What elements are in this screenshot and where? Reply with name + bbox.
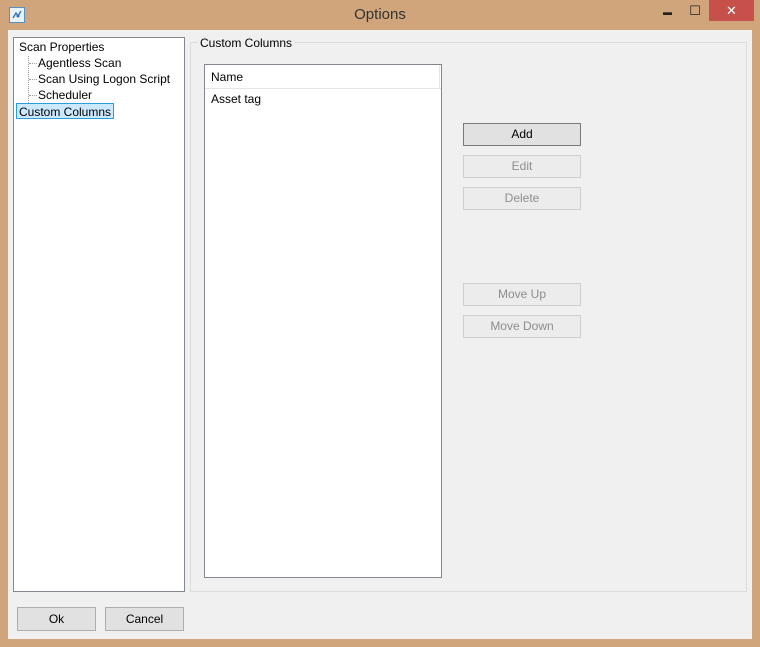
list-item[interactable]: Asset tag [205, 90, 441, 108]
dialog-client-area: Scan Properties Agentless Scan Scan Usin… [8, 30, 752, 639]
move-up-button[interactable]: Move Up [463, 283, 581, 306]
minimize-icon: ▬ [663, 7, 672, 17]
column-header-name[interactable]: Name [205, 65, 441, 89]
tree-connector [29, 79, 37, 80]
tree-item-custom-columns[interactable]: Custom Columns [16, 103, 115, 119]
column-header-divider [439, 65, 440, 89]
tree-item-scheduler[interactable]: Scheduler [38, 87, 92, 103]
maximize-button[interactable]: ☐ [682, 0, 708, 21]
close-button[interactable]: ✕ [709, 0, 754, 21]
title-bar[interactable]: Options ▬ ☐ ✕ [0, 0, 760, 30]
window-title: Options [354, 6, 406, 23]
tree-connector [29, 95, 37, 96]
tree-item-scan-properties[interactable]: Scan Properties [19, 39, 104, 55]
tree-item-agentless-scan[interactable]: Agentless Scan [38, 55, 121, 71]
group-title: Custom Columns [198, 36, 295, 50]
custom-columns-list[interactable]: Name Asset tag [204, 64, 442, 578]
tree-item-scan-using-logon-script[interactable]: Scan Using Logon Script [38, 71, 170, 87]
tree-connector [29, 63, 37, 64]
cancel-button[interactable]: Cancel [105, 607, 184, 631]
add-button[interactable]: Add [463, 123, 581, 146]
close-icon: ✕ [726, 3, 737, 18]
options-tree[interactable]: Scan Properties Agentless Scan Scan Usin… [13, 37, 185, 592]
maximize-icon: ☐ [689, 3, 701, 18]
ok-button[interactable]: Ok [17, 607, 96, 631]
move-down-button[interactable]: Move Down [463, 315, 581, 338]
options-window: Options ▬ ☐ ✕ Scan Properties Agentless … [0, 0, 760, 647]
delete-button[interactable]: Delete [463, 187, 581, 210]
minimize-button[interactable]: ▬ [654, 0, 681, 21]
edit-button[interactable]: Edit [463, 155, 581, 178]
